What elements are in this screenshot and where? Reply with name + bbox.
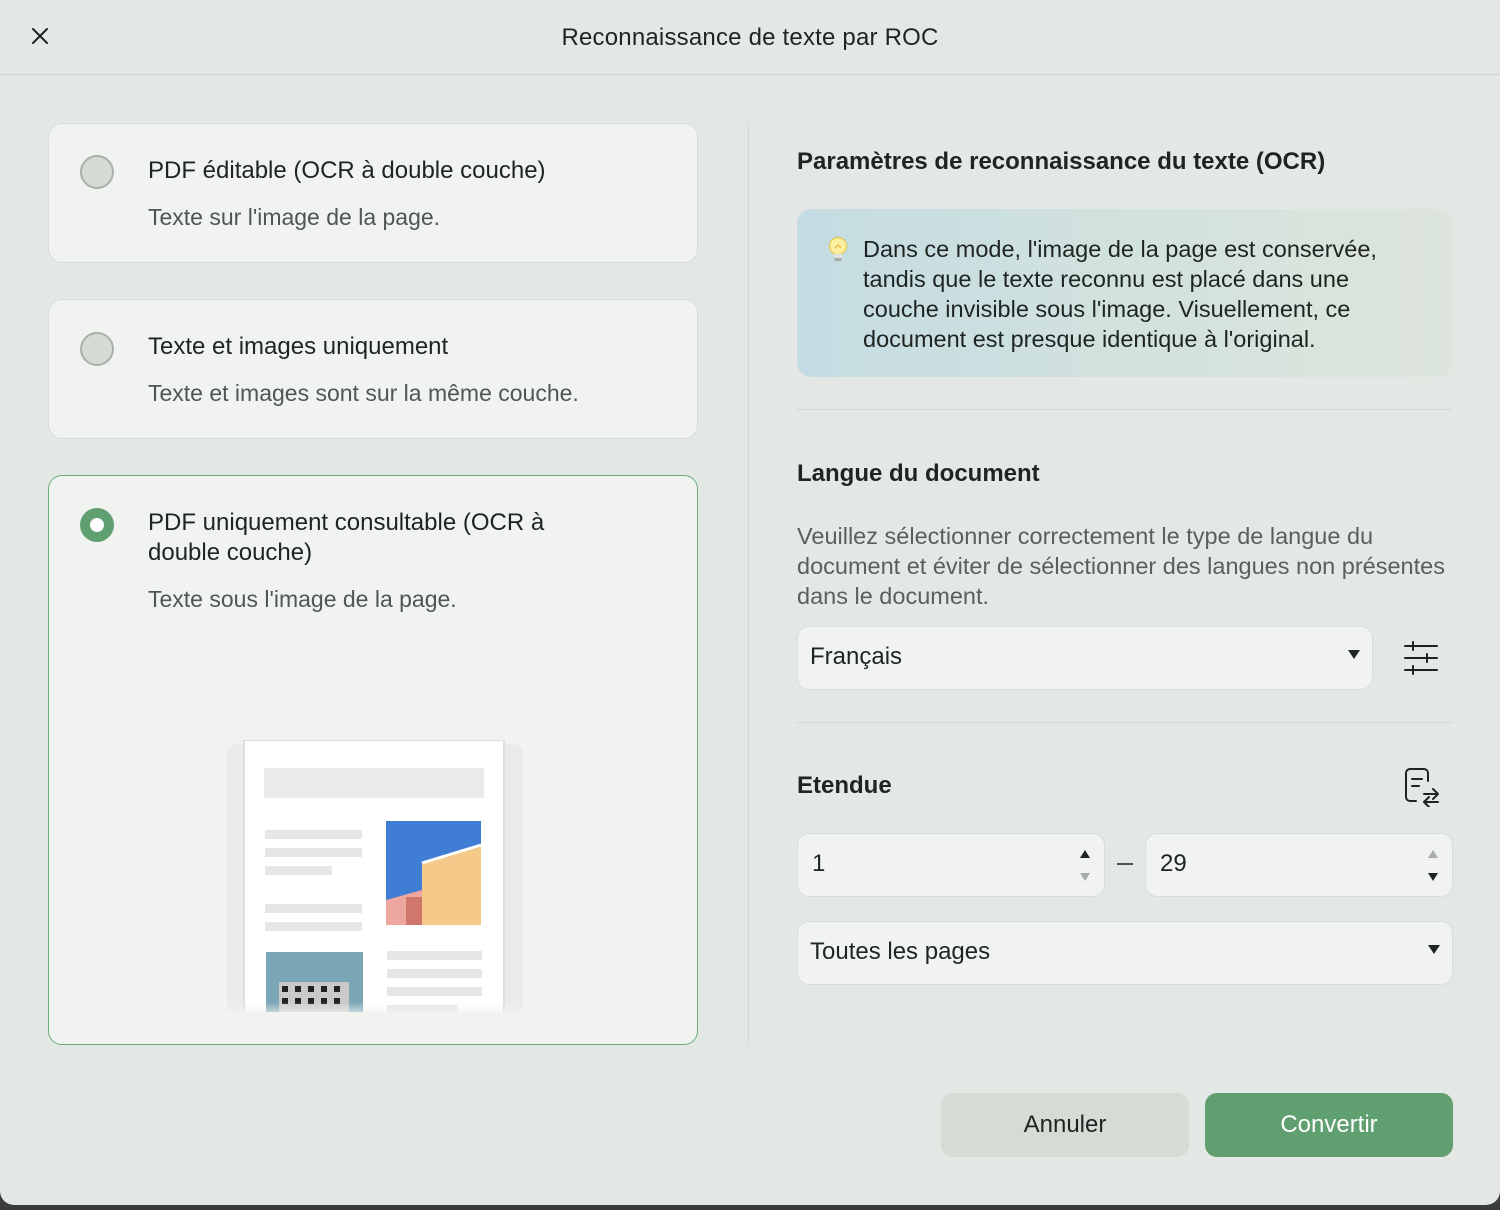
range-from-input[interactable] <box>812 848 1012 880</box>
range-section-title: Etendue <box>797 772 892 799</box>
mode-description: Texte sous l'image de la page. <box>148 586 457 612</box>
range-swap-button[interactable] <box>1398 764 1444 810</box>
mode-radio-text-images[interactable] <box>80 332 114 366</box>
mode-description: Texte et images sont sur la même couche. <box>148 380 579 406</box>
ocr-dialog: Reconnaissance de texte par ROC PDF édit… <box>0 0 1500 1205</box>
mode-preview-illustration <box>225 740 525 1012</box>
chevron-down-icon <box>1348 650 1360 659</box>
language-select[interactable]: Français <box>797 626 1373 690</box>
mode-title: PDF éditable (OCR à double couche) <box>148 157 546 184</box>
convert-button[interactable]: Convertir <box>1205 1093 1453 1157</box>
dialog-title: Reconnaissance de texte par ROC <box>561 24 939 51</box>
language-section-title: Langue du document <box>797 460 1040 487</box>
range-from-decrement[interactable] <box>1080 873 1090 881</box>
range-separator <box>1117 863 1133 865</box>
mode-title: PDF uniquement consultable (OCR à double… <box>148 509 545 566</box>
lightbulb-icon <box>828 236 848 261</box>
range-to-input[interactable] <box>1160 848 1360 880</box>
page-swap-icon <box>1405 768 1439 807</box>
language-settings-button[interactable] <box>1398 636 1444 680</box>
page-scope-select[interactable]: Toutes les pages <box>797 921 1453 985</box>
range-to-decrement[interactable] <box>1428 873 1438 881</box>
sliders-icon <box>1404 641 1438 675</box>
page-scope-value: Toutes les pages <box>810 938 991 965</box>
ocr-settings-title: Paramètres de reconnaissance du texte (O… <box>797 148 1326 175</box>
mode-tip-box: Dans ce mode, l'image de la page est con… <box>797 209 1452 377</box>
title-bar: Reconnaissance de texte par ROC <box>0 0 1500 75</box>
mode-radio-searchable-pdf[interactable] <box>80 508 114 542</box>
mode-description: Texte sur l'image de la page. <box>148 204 441 230</box>
range-from-stepper[interactable] <box>797 833 1105 897</box>
mode-radio-editable-pdf[interactable] <box>80 155 114 189</box>
mode-card-editable-pdf[interactable]: PDF éditable (OCR à double couche) Texte… <box>48 123 698 263</box>
mode-tip-text: Dans ce mode, l'image de la page est con… <box>863 236 1377 352</box>
language-selected-value: Français <box>810 643 903 670</box>
column-divider <box>748 122 749 1046</box>
language-help-text: Veuillez sélectionner correctement le ty… <box>797 523 1445 609</box>
section-divider <box>797 409 1453 410</box>
mode-card-searchable-pdf[interactable]: PDF uniquement consultable (OCR à double… <box>48 475 698 1045</box>
chevron-down-icon <box>1428 945 1440 954</box>
range-to-stepper[interactable] <box>1145 833 1453 897</box>
cancel-button[interactable]: Annuler <box>941 1093 1189 1157</box>
background-document <box>0 1205 1500 1210</box>
mode-card-text-images[interactable]: Texte et images uniquement Texte et imag… <box>48 299 698 439</box>
range-from-increment[interactable] <box>1080 850 1090 858</box>
mode-title: Texte et images uniquement <box>148 333 449 360</box>
section-divider <box>797 722 1453 723</box>
range-to-increment[interactable] <box>1428 850 1438 858</box>
